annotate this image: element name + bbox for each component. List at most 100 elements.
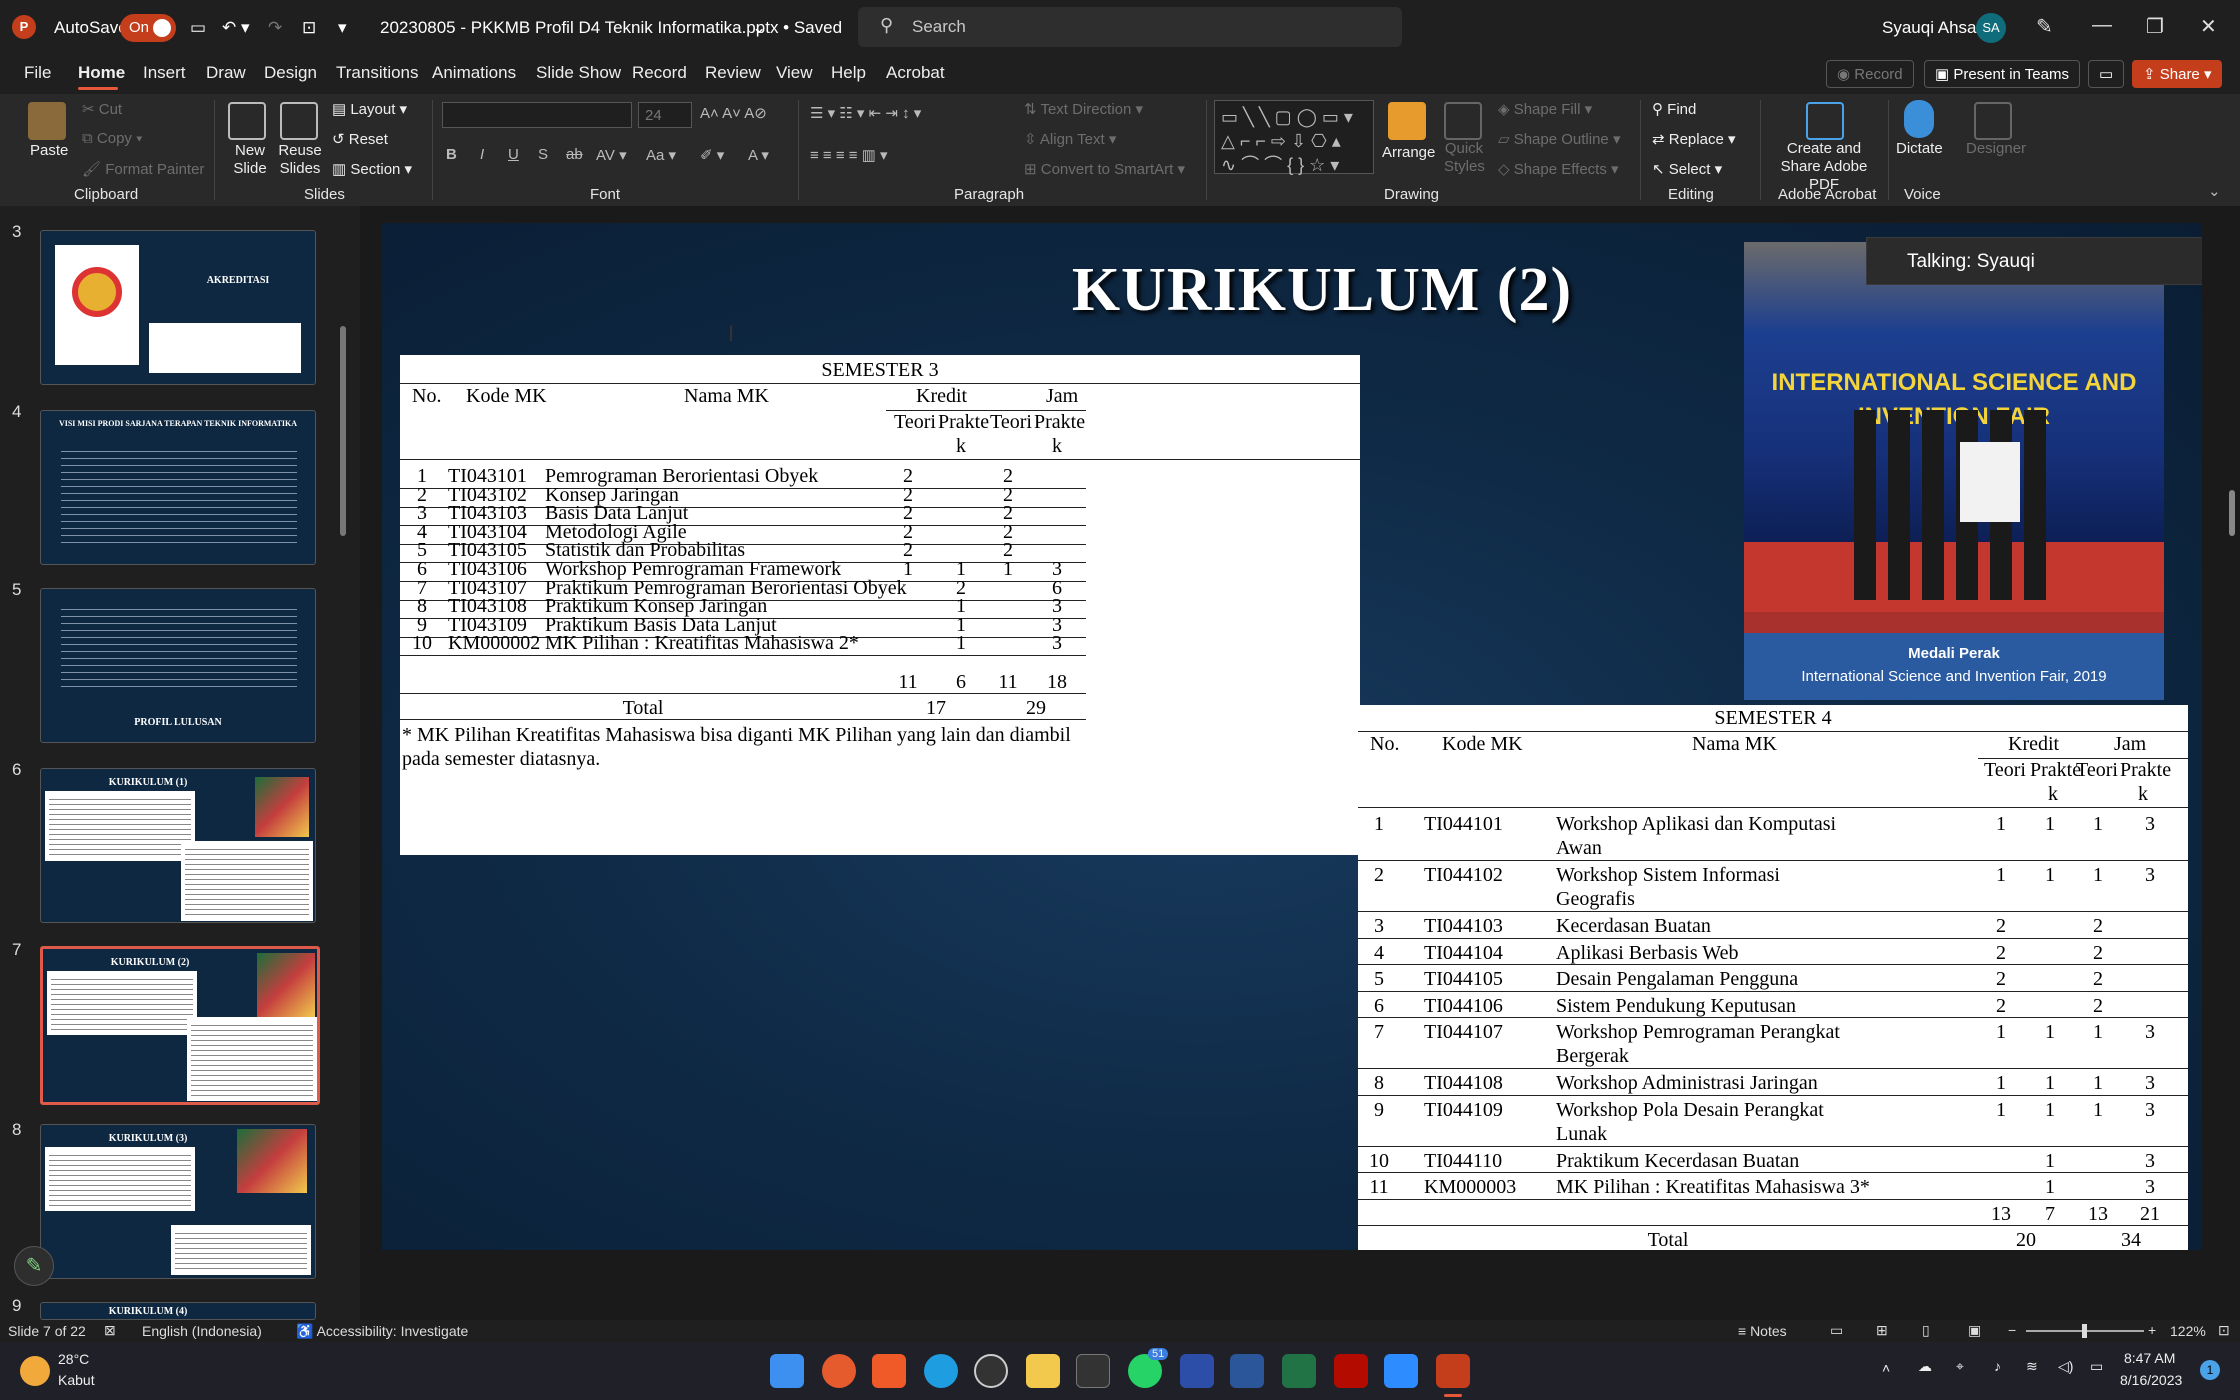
menu-draw[interactable]: Draw: [206, 63, 246, 83]
char-spacing-icon[interactable]: AV ▾: [596, 146, 627, 164]
menu-help[interactable]: Help: [831, 63, 866, 83]
shadow-button[interactable]: S: [538, 146, 548, 163]
slideshow-view-icon[interactable]: ▣: [1968, 1322, 1981, 1339]
collapse-ribbon-icon[interactable]: ⌄: [2208, 182, 2221, 200]
menu-design[interactable]: Design: [264, 63, 317, 83]
record-button[interactable]: ◉ Record: [1826, 60, 1914, 88]
convert-smartart-button[interactable]: ⊞ Convert to SmartArt ▾: [1024, 160, 1185, 178]
pen-icon[interactable]: ✎: [2036, 14, 2053, 39]
vscode-icon[interactable]: [1180, 1354, 1214, 1388]
autosave-toggle[interactable]: On: [120, 14, 176, 42]
edge-browser-icon[interactable]: [924, 1354, 958, 1388]
quick-styles-icon[interactable]: [1444, 102, 1482, 140]
notes-button[interactable]: ≡ Notes: [1738, 1323, 1787, 1339]
text-direction-button[interactable]: ⇅ Text Direction ▾: [1024, 100, 1143, 118]
thumbnail-slide-7-selected[interactable]: KURIKULUM (2): [40, 946, 320, 1105]
battery-icon[interactable]: ▭: [2090, 1358, 2103, 1375]
semester-3-table[interactable]: SEMESTER 3 No. Kode MK Nama MK Kredit Ja…: [400, 355, 1360, 855]
slide-sorter-icon[interactable]: ⊞: [1876, 1322, 1888, 1339]
undo-icon[interactable]: ↶ ▾: [222, 18, 250, 38]
zoom-in-icon[interactable]: +: [2148, 1322, 2156, 1338]
menu-file[interactable]: File: [24, 63, 51, 83]
acrobat-icon[interactable]: [1334, 1354, 1368, 1388]
menu-insert[interactable]: Insert: [143, 63, 186, 83]
award-photo[interactable]: INTERNATIONAL SCIENCE AND INVENTION FAIR…: [1744, 242, 2164, 700]
menu-slide-show[interactable]: Slide Show: [536, 63, 621, 83]
section-button[interactable]: ▥ Section ▾: [332, 160, 412, 178]
share-button[interactable]: ⇪ Share ▾: [2132, 60, 2223, 88]
adobe-pdf-icon[interactable]: [1806, 102, 1844, 140]
notification-icon[interactable]: 1: [2200, 1360, 2220, 1380]
excel-icon[interactable]: [1282, 1354, 1316, 1388]
copy-button[interactable]: ⧉ Copy ▾: [82, 130, 142, 147]
microphone-icon[interactable]: [1904, 100, 1934, 138]
slide-canvas[interactable]: KURIKULUM (2) SEMESTER 3 No. Kode MK Nam…: [382, 223, 2202, 1250]
volume-icon[interactable]: ◁): [2058, 1358, 2073, 1375]
change-case-icon[interactable]: Aa ▾: [646, 146, 676, 164]
font-name-combo[interactable]: [442, 102, 632, 128]
reuse-slides-button[interactable]: Reuse Slides: [278, 142, 322, 178]
strikethrough-button[interactable]: ab: [566, 146, 583, 163]
thumbnail-slide-3[interactable]: AKREDITASI: [40, 230, 316, 385]
present-from-start-icon[interactable]: ⊡: [302, 18, 316, 38]
grow-font-icon[interactable]: A˄ A˅ A⊘: [700, 104, 767, 122]
search-box[interactable]: ⚲ Search: [858, 7, 1402, 47]
arrange-button[interactable]: Arrange: [1382, 144, 1435, 161]
arrange-icon[interactable]: [1388, 102, 1426, 140]
font-size-combo[interactable]: 24: [638, 102, 692, 128]
clock-date[interactable]: 8/16/2023: [2120, 1372, 2182, 1388]
terminal-icon[interactable]: [1076, 1354, 1110, 1388]
save-icon[interactable]: ▭: [190, 18, 206, 38]
weather-icon[interactable]: [20, 1356, 50, 1386]
designer-icon[interactable]: [1974, 102, 2012, 140]
weather-condition[interactable]: Kabut: [58, 1372, 95, 1388]
draw-pen-icon[interactable]: ✎: [14, 1246, 54, 1286]
paste-icon[interactable]: [28, 102, 66, 140]
powerpoint-icon[interactable]: [1436, 1354, 1470, 1388]
shape-fill-button[interactable]: ◈ Shape Fill ▾: [1498, 100, 1592, 118]
accessibility-status[interactable]: ♿ Accessibility: Investigate: [296, 1323, 468, 1340]
zoom-out-icon[interactable]: −: [2008, 1322, 2016, 1338]
reuse-slides-icon[interactable]: [280, 102, 318, 140]
editor-scrollbar[interactable]: [2224, 206, 2240, 1320]
menu-animations[interactable]: Animations: [432, 63, 516, 83]
app-icon[interactable]: [822, 1354, 856, 1388]
bullets-icon[interactable]: ☰ ▾ ☷ ▾ ⇤ ⇥ ↕ ▾: [810, 104, 921, 122]
start-icon[interactable]: [770, 1354, 804, 1388]
thumbnail-scrollbar[interactable]: [337, 210, 349, 1310]
weather-temperature[interactable]: 28°C: [58, 1351, 89, 1367]
customize-toolbar-icon[interactable]: ▾: [338, 18, 347, 38]
shape-outline-button[interactable]: ▱ Shape Outline ▾: [1498, 130, 1620, 148]
underline-button[interactable]: U: [508, 146, 519, 163]
restore-icon[interactable]: ❐: [2146, 14, 2164, 39]
onedrive-icon[interactable]: ☁: [1918, 1358, 1932, 1375]
new-slide-icon[interactable]: [228, 102, 266, 140]
file-explorer-icon[interactable]: [1026, 1354, 1060, 1388]
font-color-icon[interactable]: A ▾: [748, 146, 769, 164]
menu-transitions[interactable]: Transitions: [336, 63, 419, 83]
highlight-icon[interactable]: ✐ ▾: [700, 146, 724, 164]
fit-slide-icon[interactable]: ⊡: [2218, 1322, 2230, 1339]
thumbnail-slide-9[interactable]: KURIKULUM (4): [40, 1302, 316, 1320]
menu-acrobat[interactable]: Acrobat: [886, 63, 945, 83]
quick-styles-button[interactable]: Quick Styles: [1444, 140, 1485, 176]
slide-counter[interactable]: Slide 7 of 22: [8, 1323, 86, 1339]
layout-button[interactable]: ▤ Layout ▾: [332, 100, 407, 118]
thumbnail-slide-4[interactable]: VISI MISI PRODI SARJANA TERAPAN TEKNIK I…: [40, 410, 316, 565]
comments-icon[interactable]: ▭: [2088, 60, 2125, 88]
spell-check-icon[interactable]: ⊠: [104, 1322, 116, 1339]
clock-time[interactable]: 8:47 AM: [2124, 1350, 2175, 1366]
zoom-level[interactable]: 122%: [2170, 1323, 2206, 1339]
microphone-tray-icon[interactable]: ♪: [1994, 1358, 2001, 1374]
thumbnail-slide-8[interactable]: KURIKULUM (3): [40, 1124, 316, 1279]
format-painter-button[interactable]: 🖌 Format Painter: [82, 160, 204, 178]
replace-button[interactable]: ⇄ Replace ▾: [1652, 130, 1736, 148]
menu-home[interactable]: Home: [78, 63, 125, 83]
menu-record[interactable]: Record: [632, 63, 687, 83]
paste-button[interactable]: Paste: [30, 142, 68, 159]
redo-icon[interactable]: ↷: [268, 18, 282, 38]
network-icon[interactable]: ⌖: [1956, 1358, 1964, 1375]
cut-button[interactable]: ✂ Cut: [82, 100, 122, 118]
zoom-icon[interactable]: [1384, 1354, 1418, 1388]
thumbnail-slide-6[interactable]: KURIKULUM (1): [40, 768, 316, 923]
